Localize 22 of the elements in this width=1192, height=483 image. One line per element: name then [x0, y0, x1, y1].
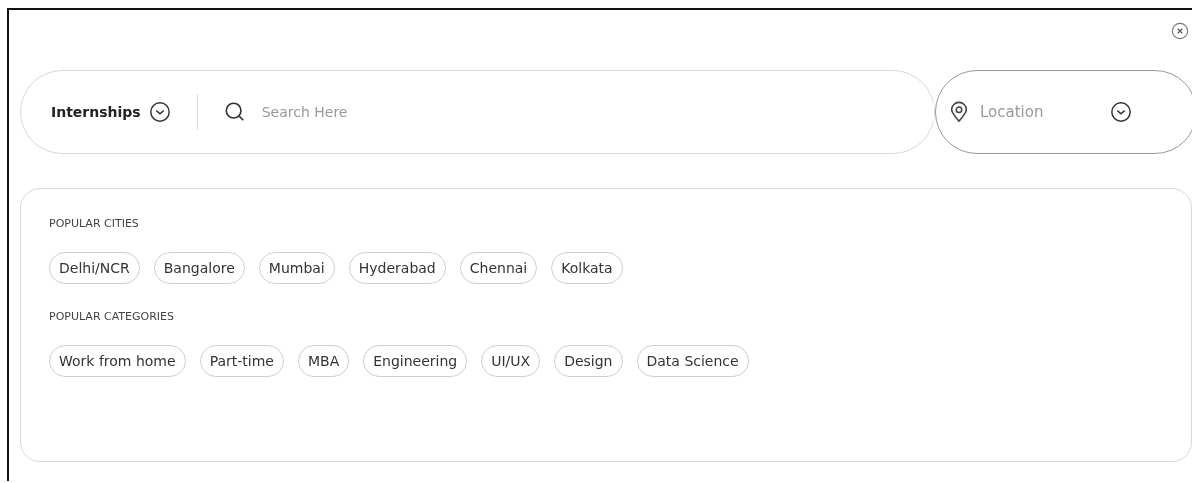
suggestion-chip[interactable]: Design [554, 345, 623, 377]
category-dropdown[interactable]: Internships [51, 101, 171, 123]
suggestion-chip[interactable]: Engineering [363, 345, 468, 377]
close-icon[interactable] [1171, 22, 1189, 40]
suggestion-chip[interactable]: Chennai [459, 252, 538, 284]
suggestion-chip[interactable]: Hyderabad [348, 252, 446, 284]
suggestion-chip[interactable]: Bangalore [153, 252, 245, 284]
section-heading: POPULAR CITIES [49, 217, 140, 230]
suggestion-chip[interactable]: Data Science [636, 345, 749, 377]
search-field[interactable]: Search Here [259, 103, 934, 121]
suggestion-chip[interactable]: Delhi/NCR [49, 252, 140, 284]
suggestion-chip[interactable]: MBA [297, 345, 350, 377]
location-pin-icon [948, 101, 970, 123]
suggestion-chip[interactable]: Part-time [199, 345, 284, 377]
suggestion-chip[interactable]: Mumbai [258, 252, 335, 284]
section-heading: POPULAR CATEGORIES [49, 310, 176, 323]
chevron-down-icon [148, 101, 171, 123]
chevron-down-icon [1110, 101, 1132, 123]
search-icon [223, 101, 246, 123]
suggestion-chip[interactable]: UI/UX [481, 345, 541, 377]
suggestion-chip[interactable]: Kolkata [551, 252, 623, 284]
suggestion-chip[interactable]: Work from home [49, 345, 186, 377]
